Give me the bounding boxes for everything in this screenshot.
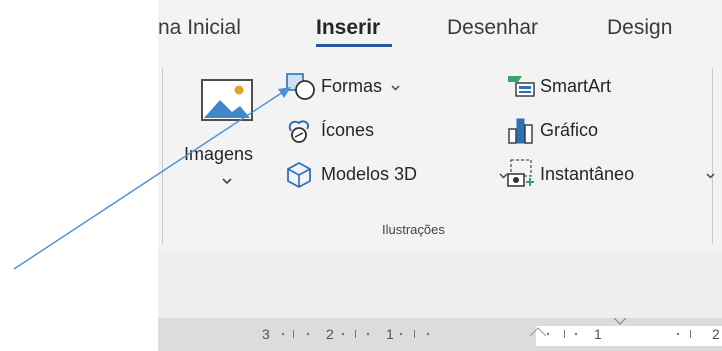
annotation-arrow: [13, 87, 291, 270]
